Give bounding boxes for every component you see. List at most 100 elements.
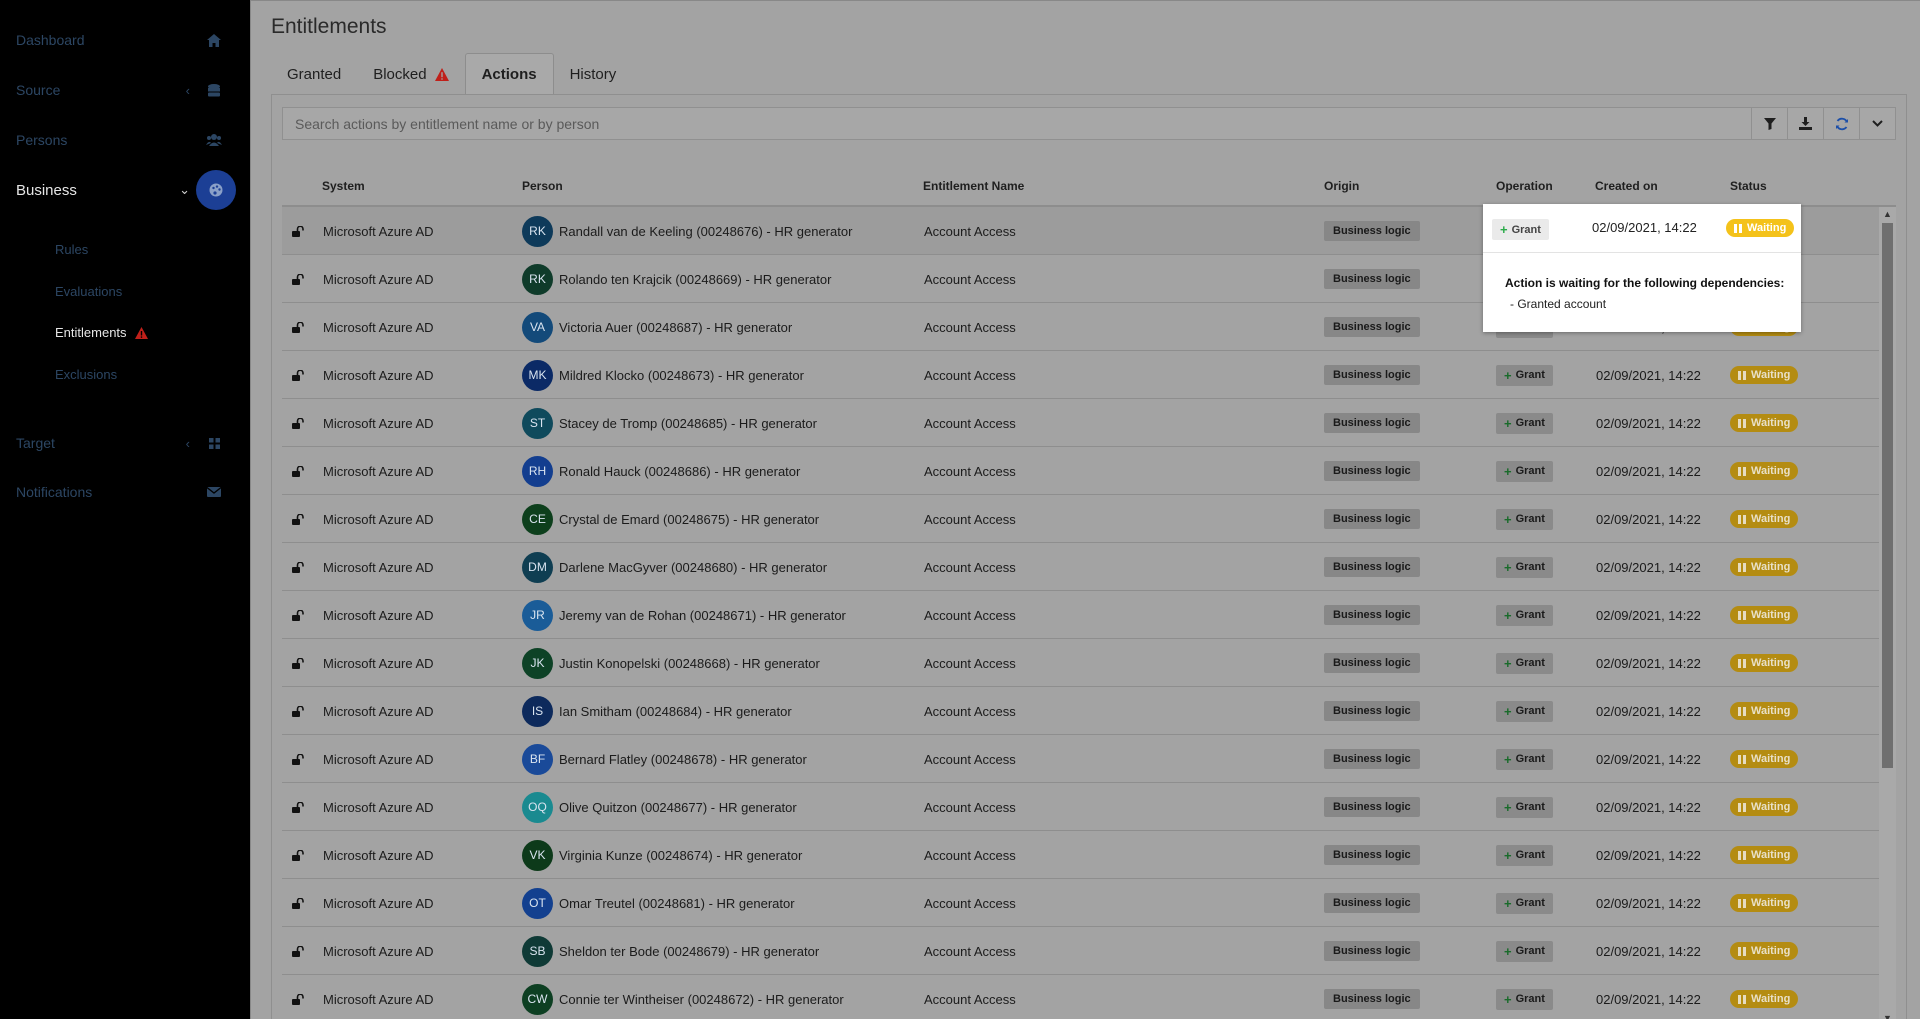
nav-exclusions[interactable]: Exclusions [55,367,117,382]
entitlement-name: Account Access [924,415,1016,431]
scroll-down-icon[interactable]: ▼ [1883,1013,1892,1019]
table-row[interactable]: Microsoft Azure AD OQ Olive Quitzon (00248… [282,783,1879,831]
table-row[interactable]: Microsoft Azure AD CW Connie ter Wintheise… [282,975,1879,1019]
table-row[interactable]: Microsoft Azure AD JR Jeremy van de Rohan … [282,591,1879,639]
search-input[interactable] [282,107,1752,140]
person-cell[interactable]: JR Jeremy van de Rohan (00248671) - HR ge… [522,591,846,639]
lock-open-icon[interactable] [292,927,304,975]
status-badge[interactable]: Waiting [1730,510,1799,528]
table-row[interactable]: Microsoft Azure AD CE Crystal de Emard (00… [282,495,1879,543]
column-operation[interactable]: Operation [1496,179,1553,193]
table-row[interactable]: Microsoft Azure AD SB Sheldon ter Bode (00… [282,927,1879,975]
status-badge[interactable]: Waiting [1730,654,1799,672]
table-row[interactable]: Microsoft Azure AD BF Bernard Flatley (002… [282,735,1879,783]
nav-source[interactable]: Source ‹ [0,70,250,110]
lock-open-icon[interactable] [292,207,304,255]
table-row[interactable]: Microsoft Azure AD ST Stacey de Tromp (002… [282,399,1879,447]
tab-history[interactable]: History [554,53,633,95]
lock-open-icon[interactable] [292,735,304,783]
status-badge[interactable]: Waiting [1730,942,1799,960]
status-badge[interactable]: Waiting [1730,798,1799,816]
tab-actions-label: Actions [481,66,537,83]
person-cell[interactable]: CE Crystal de Emard (00248675) - HR gener… [522,495,819,543]
person-cell[interactable]: RK Randall van de Keeling (00248676) - HR… [522,207,852,255]
person-cell[interactable]: MK Mildred Klocko (00248673) - HR generat… [522,351,804,399]
table-row[interactable]: Microsoft Azure AD RH Ronald Hauck (002486… [282,447,1879,495]
scroll-up-icon[interactable]: ▲ [1883,209,1892,219]
status-badge[interactable]: Waiting [1730,414,1799,432]
download-icon[interactable] [1788,107,1824,140]
lock-open-icon[interactable] [292,879,304,927]
lock-open-icon[interactable] [292,639,304,687]
person-cell[interactable]: RH Ronald Hauck (00248686) - HR generator [522,447,800,495]
chevron-down-icon[interactable] [1860,107,1896,140]
status-badge[interactable]: Waiting [1726,219,1795,237]
table-row[interactable]: Microsoft Azure AD IS Ian Smitham (0024868… [282,687,1879,735]
tab-blocked[interactable]: Blocked [357,53,464,95]
operation-cell: +Grant [1496,399,1553,447]
person-cell[interactable]: RK Rolando ten Krajcik (00248669) - HR ge… [522,255,831,303]
vertical-scrollbar[interactable]: ▲ ▼ [1879,207,1896,1019]
lock-open-icon[interactable] [292,495,304,543]
status-badge[interactable]: Waiting [1730,990,1799,1008]
tab-actions[interactable]: Actions [464,53,554,95]
table-row[interactable]: Microsoft Azure AD VK Virginia Kunze (0024… [282,831,1879,879]
column-origin[interactable]: Origin [1324,179,1359,193]
person-cell[interactable]: ST Stacey de Tromp (00248685) - HR genera… [522,399,817,447]
person-cell[interactable]: CW Connie ter Wintheiser (00248672) - HR … [522,975,844,1019]
nav-dashboard[interactable]: Dashboard [0,20,250,60]
column-person[interactable]: Person [522,179,563,193]
person-cell[interactable]: OQ Olive Quitzon (00248677) - HR generato… [522,783,797,831]
lock-open-icon[interactable] [292,831,304,879]
lock-open-icon[interactable] [292,351,304,399]
status-badge[interactable]: Waiting [1730,606,1799,624]
person-cell[interactable]: SB Sheldon ter Bode (00248679) - HR gener… [522,927,819,975]
lock-open-icon[interactable] [292,303,304,351]
person-cell[interactable]: BF Bernard Flatley (00248678) - HR genera… [522,735,807,783]
column-created-on[interactable]: Created on [1595,179,1658,193]
status-badge[interactable]: Waiting [1730,558,1799,576]
lock-open-icon[interactable] [292,543,304,591]
status-badge[interactable]: Waiting [1730,894,1799,912]
nav-business[interactable]: Business ⌄ [0,170,250,210]
column-system[interactable]: System [322,179,365,193]
lock-open-icon[interactable] [292,399,304,447]
person-cell[interactable]: DM Darlene MacGyver (00248680) - HR gener… [522,543,827,591]
person-cell[interactable]: VA Victoria Auer (00248687) - HR generato… [522,303,792,351]
refresh-icon[interactable] [1824,107,1860,140]
person-cell[interactable]: OT Omar Treutel (00248681) - HR generator [522,879,795,927]
table-row[interactable]: Microsoft Azure AD OT Omar Treutel (002486… [282,879,1879,927]
person-cell[interactable]: IS Ian Smitham (00248684) - HR generator [522,687,792,735]
lock-open-icon[interactable] [292,975,304,1019]
status-badge[interactable]: Waiting [1730,750,1799,768]
table-row[interactable]: Microsoft Azure AD JK Justin Konopelski (0… [282,639,1879,687]
nav-target[interactable]: Target ‹ [0,423,250,463]
lock-open-icon[interactable] [292,255,304,303]
lock-open-icon[interactable] [292,687,304,735]
nav-rules[interactable]: Rules [55,242,88,257]
nav-persons[interactable]: Persons [0,120,250,160]
origin-cell: Business logic [1324,783,1420,831]
column-entitlement-name[interactable]: Entitlement Name [923,179,1024,193]
status-badge[interactable]: Waiting [1730,846,1799,864]
nav-notifications[interactable]: Notifications [0,472,250,512]
nav-entitlements[interactable]: Entitlements [55,325,148,340]
column-status[interactable]: Status [1730,179,1767,193]
lock-open-icon[interactable] [292,447,304,495]
person-name: Rolando ten Krajcik (00248669) - HR gene… [559,271,832,287]
person-cell[interactable]: JK Justin Konopelski (00248668) - HR gene… [522,639,820,687]
table-row[interactable]: Microsoft Azure AD MK Mildred Klocko (0024… [282,351,1879,399]
status-badge[interactable]: Waiting [1730,702,1799,720]
status-badge[interactable]: Waiting [1730,462,1799,480]
status-badge[interactable]: Waiting [1730,366,1799,384]
scrollbar-thumb[interactable] [1882,223,1893,768]
person-cell[interactable]: VK Virginia Kunze (00248674) - HR generat… [522,831,802,879]
lock-open-icon[interactable] [292,591,304,639]
envelope-icon [206,484,222,500]
filter-icon[interactable] [1752,107,1788,140]
lock-open-icon[interactable] [292,783,304,831]
tab-granted[interactable]: Granted [271,53,357,95]
table-row[interactable]: Microsoft Azure AD DM Darlene MacGyver (00… [282,543,1879,591]
nav-evaluations[interactable]: Evaluations [55,284,122,299]
origin-cell: Business logic [1324,351,1420,399]
